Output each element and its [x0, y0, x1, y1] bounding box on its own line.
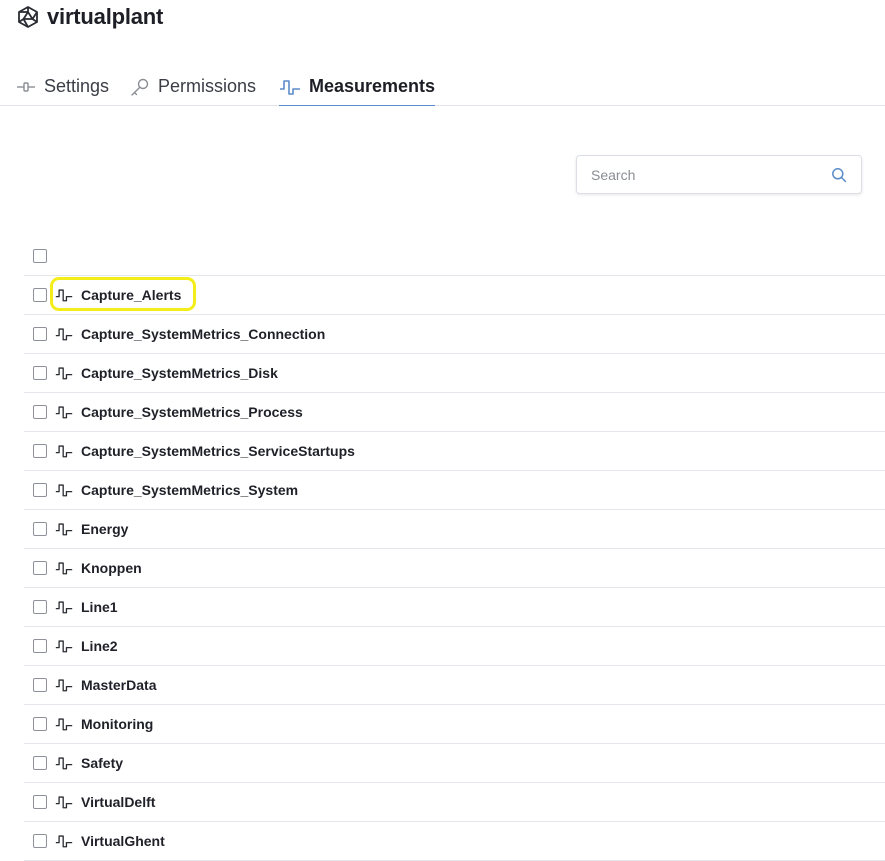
tab-bar: Settings Permissions Measurements [0, 68, 885, 106]
waveform-icon [55, 443, 73, 459]
list-item[interactable]: VirtualDelft [24, 783, 885, 822]
waveform-icon [55, 482, 73, 498]
list-item[interactable]: Line2 [24, 627, 885, 666]
measurement-name[interactable]: Monitoring [81, 716, 153, 732]
row-checkbox[interactable] [33, 522, 47, 536]
waveform-icon [55, 365, 73, 381]
row-checkbox[interactable] [33, 678, 47, 692]
measurements-list: Capture_Alerts Capture_SystemMetrics_Conn… [24, 237, 885, 861]
waveform-icon [55, 521, 73, 537]
row-checkbox[interactable] [33, 717, 47, 731]
search-icon[interactable] [831, 167, 847, 183]
tab-permissions[interactable]: Permissions [130, 68, 256, 105]
waveform-icon [55, 716, 73, 732]
list-item[interactable]: VirtualGhent [24, 822, 885, 861]
app-header: virtualplant [15, 2, 163, 32]
measurement-name[interactable]: Capture_SystemMetrics_Disk [81, 365, 278, 381]
row-checkbox[interactable] [33, 405, 47, 419]
list-item[interactable]: Knoppen [24, 549, 885, 588]
measurement-name[interactable]: Capture_Alerts [81, 287, 181, 303]
list-item[interactable]: Capture_SystemMetrics_Disk [24, 354, 885, 393]
list-item[interactable]: Capture_SystemMetrics_Process [24, 393, 885, 432]
measurement-name[interactable]: Capture_SystemMetrics_System [81, 482, 298, 498]
measurement-name[interactable]: Knoppen [81, 560, 142, 576]
tab-label: Permissions [158, 76, 257, 96]
measurement-name[interactable]: Line2 [81, 638, 118, 654]
list-item[interactable]: Energy [24, 510, 885, 549]
row-checkbox[interactable] [33, 834, 47, 848]
tab-settings[interactable]: Settings [16, 68, 109, 105]
waveform-icon [55, 833, 73, 849]
list-item[interactable]: MasterData [24, 666, 885, 705]
waveform-icon [55, 794, 73, 810]
list-item[interactable]: Capture_SystemMetrics_ServiceStartups [24, 432, 885, 471]
row-checkbox[interactable] [33, 483, 47, 497]
measurement-name[interactable]: Capture_SystemMetrics_Connection [81, 326, 325, 342]
polyhedron-icon [15, 4, 41, 30]
row-checkbox[interactable] [33, 366, 47, 380]
key-icon [130, 77, 150, 97]
measurement-name[interactable]: Line1 [81, 599, 118, 615]
waveform-icon [55, 404, 73, 420]
waveform-icon [55, 677, 73, 693]
measurement-name[interactable]: Capture_SystemMetrics_Process [81, 404, 303, 420]
list-item[interactable]: Safety [24, 744, 885, 783]
row-checkbox[interactable] [33, 561, 47, 575]
waveform-icon [55, 560, 73, 576]
waveform-icon [55, 755, 73, 771]
slider-icon [16, 80, 36, 94]
list-item[interactable]: Monitoring [24, 705, 885, 744]
search-box [576, 155, 862, 194]
row-checkbox[interactable] [33, 756, 47, 770]
select-all-row [24, 237, 885, 276]
list-item[interactable]: Capture_SystemMetrics_Connection [24, 315, 885, 354]
tab-label: Settings [44, 76, 110, 96]
measurement-name[interactable]: Safety [81, 755, 123, 771]
page-title: virtualplant [47, 4, 164, 29]
tab-label: Measurements [309, 76, 436, 96]
row-checkbox[interactable] [33, 639, 47, 653]
search-input[interactable] [589, 165, 813, 184]
list-item[interactable]: Capture_Alerts [24, 276, 885, 315]
waveform-icon [55, 599, 73, 615]
tab-measurements[interactable]: Measurements [279, 68, 436, 106]
list-item[interactable]: Capture_SystemMetrics_System [24, 471, 885, 510]
waveform-icon [55, 638, 73, 654]
measurement-name[interactable]: VirtualGhent [81, 833, 165, 849]
select-all-checkbox[interactable] [33, 249, 47, 263]
waveform-icon [55, 287, 73, 303]
measurement-name[interactable]: MasterData [81, 677, 156, 693]
measurement-name[interactable]: VirtualDelft [81, 794, 155, 810]
waveform-icon [279, 78, 301, 96]
row-checkbox[interactable] [33, 600, 47, 614]
row-checkbox[interactable] [33, 327, 47, 341]
row-checkbox[interactable] [33, 288, 47, 302]
measurement-name[interactable]: Capture_SystemMetrics_ServiceStartups [81, 443, 355, 459]
row-checkbox[interactable] [33, 444, 47, 458]
row-checkbox[interactable] [33, 795, 47, 809]
list-item[interactable]: Line1 [24, 588, 885, 627]
waveform-icon [55, 326, 73, 342]
measurement-name[interactable]: Energy [81, 521, 128, 537]
